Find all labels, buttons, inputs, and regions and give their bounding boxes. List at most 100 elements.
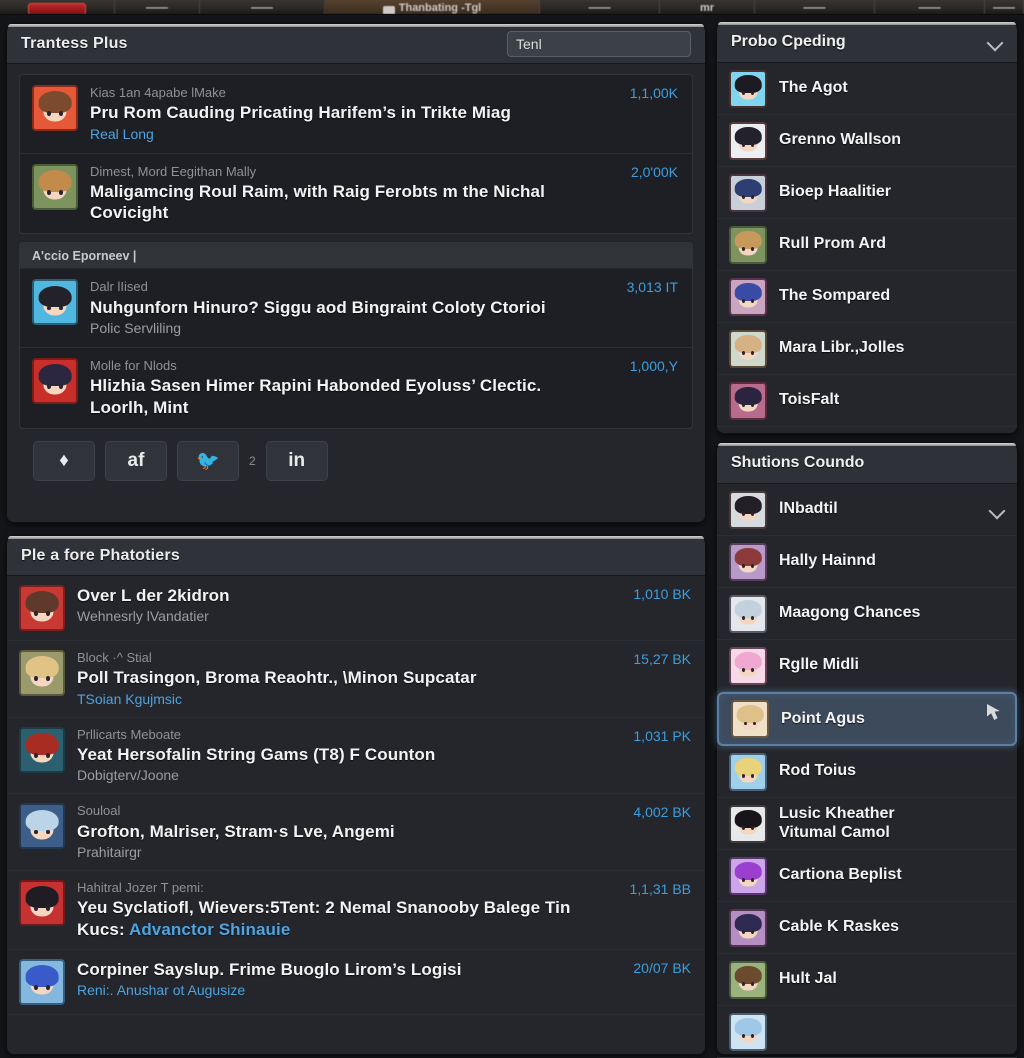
top-bar-item[interactable]: —— <box>875 0 985 14</box>
shutions-coundo-list: lNbadtil Hally Hainnd Maagong Chances Rglle… <box>717 484 1017 1058</box>
top-bar-item-label: —— <box>918 2 941 14</box>
top-bar-item[interactable]: —— <box>755 0 875 14</box>
sidebar-list-item[interactable] <box>717 1006 1017 1058</box>
avatar <box>729 329 767 368</box>
avatar <box>729 490 767 529</box>
list-item-headline[interactable]: Over L der 2kidron <box>77 585 603 606</box>
list-item[interactable]: Hahitral Jozer T pemi: Yeu Syclatiofl, Wi… <box>7 871 705 950</box>
top-bar-item[interactable]: —— <box>540 0 660 14</box>
chevron-down-icon[interactable] <box>987 34 1003 50</box>
sidebar-list-item[interactable]: Mara Libr.,Jolles <box>717 323 1017 375</box>
list-item-kicker: Kias 1an 4apabe lMake <box>90 85 226 100</box>
sidebar-list-item-label: Point Agus <box>781 709 865 727</box>
list-item-kicker: Block ·^ Stial <box>77 650 152 665</box>
sidebar-list-item[interactable]: lNbadtil <box>717 484 1017 536</box>
avatar <box>32 85 78 131</box>
feed-search-input[interactable]: Tenl <box>507 30 691 57</box>
sidebar-list-item[interactable]: Hult Jal <box>717 954 1017 1006</box>
sidebar-list-item[interactable]: Maagong Chances <box>717 588 1017 640</box>
top-bar-item-label: Thanbating -Tgl <box>398 2 482 14</box>
sidebar-list-item-label: ToisFalt <box>779 391 840 409</box>
sidebar-list-item-label: Bioep Haalitier <box>779 183 892 201</box>
top-bar-item[interactable]: —— <box>985 0 1024 14</box>
list-item[interactable]: Molle for Nlods Hlizhia Sasen Himer Rapin… <box>20 348 692 428</box>
sidebar-list-item[interactable]: ToisFalt <box>717 375 1017 427</box>
top-bar-item-label: —— <box>588 2 611 14</box>
top-bar-item[interactable]: Thanbating -Tgl <box>325 0 540 14</box>
list-item-headline[interactable]: Maligamcing Roul Raim, with Raig Ferobts… <box>90 181 590 224</box>
probo-cpeding-panel: Probo Cpeding The Agot Grenno Wallson Bioe… <box>716 21 1018 434</box>
list-item-text: Prllicarts Meboate Yeat Hersofalin String… <box>77 727 693 785</box>
article-list-title: Ple a fore Phatotiers <box>21 546 180 564</box>
list-item-headline[interactable]: Grofton, Malriser, Stram·s Lve, Angemi <box>77 821 603 842</box>
facebook-icon[interactable]: af <box>105 440 167 481</box>
list-item-subline[interactable]: TSoian Kgujmsic <box>77 690 603 708</box>
top-bar-item[interactable] <box>0 0 115 14</box>
chevron-down-icon[interactable] <box>989 502 1005 518</box>
list-item-count: 1,010 BK <box>633 586 691 602</box>
list-item-text: Over L der 2kidron Wehnesrly lVandatier <box>77 585 693 625</box>
avatar <box>731 700 769 738</box>
probo-cpeding-header: Probo Cpeding <box>717 22 1017 63</box>
list-item-headline[interactable]: Hlizhia Sasen Himer Rapini Habonded Eyol… <box>90 375 590 418</box>
list-item-headline[interactable]: Yeu Syclatiofl, Wievers:5Tent: 2 Nemal S… <box>77 897 603 940</box>
sidebar-list-item[interactable]: Cable K Raskes <box>717 902 1017 954</box>
list-item-count: 20/07 BK <box>633 959 691 976</box>
sidebar-list-item[interactable]: Hally Hainnd <box>717 536 1017 588</box>
list-item-subline[interactable]: Real Long <box>90 125 590 143</box>
avatar <box>729 908 767 947</box>
avatar <box>729 752 767 791</box>
list-item-headline[interactable]: Poll Trasingon, Broma Reaohtr., \Minon S… <box>77 667 603 688</box>
list-item-headline[interactable]: Yeat Hersofalin String Gams (T8) F Count… <box>77 744 603 765</box>
feed-panel: Trantess Plus Tenl Kias 1an 4apabe lMake… <box>6 23 706 523</box>
app-top-bar: —— —— Thanbating -Tgl —— mr —— —— —— <box>0 0 1024 15</box>
list-item-kicker: Hahitral Jozer T pemi: <box>77 880 204 896</box>
sidebar-list-item[interactable]: Grenno Wallson <box>717 115 1017 167</box>
list-item-kicker: Souloal <box>77 803 121 819</box>
sidebar-list-item-label: Hult Jal <box>779 970 837 988</box>
list-item-headline[interactable]: Corpiner Sayslup. Frime Buoglo Lirom’s L… <box>77 959 603 980</box>
sidebar-list-item[interactable]: Point Agus <box>717 692 1017 746</box>
list-item-headline[interactable]: Pru Rom Cauding Pricating Harifem’s in T… <box>90 102 590 123</box>
probo-cpeding-title: Probo Cpeding <box>731 33 846 50</box>
list-item-text: Corpiner Sayslup. Frime Buoglo Lirom’s L… <box>77 959 693 999</box>
list-item[interactable]: Kias 1an 4apabe lMake Pru Rom Cauding Pri… <box>20 75 692 154</box>
top-bar-item-label: —— <box>993 2 1015 14</box>
avatar <box>729 542 767 581</box>
share-generic-icon[interactable]: ♦ <box>33 440 95 481</box>
article-list-body: Over L der 2kidron Wehnesrly lVandatier 1,… <box>7 576 705 1015</box>
list-item-subline[interactable]: Reni:. Anushar ot Augusize <box>77 981 603 999</box>
sidebar-list-item[interactable]: The Agot <box>717 63 1017 115</box>
list-item-count: 1,1,00K <box>629 85 678 101</box>
linkedin-icon[interactable]: in <box>265 440 328 481</box>
sidebar-list-item[interactable]: Rod Toius <box>717 746 1017 798</box>
article-list-header: Ple a fore Phatotiers <box>7 536 705 576</box>
top-bar-item[interactable]: mr <box>660 0 755 14</box>
sidebar-list-item[interactable]: Rglle Midli <box>717 640 1017 692</box>
list-item-text: Block ·^ Stial Poll Trasingon, Broma Reao… <box>77 650 693 708</box>
sidebar-list-item[interactable]: Lusic Kheather Vitumal Camol <box>717 798 1017 850</box>
avatar <box>729 594 767 633</box>
sidebar-list-item[interactable]: Cartiona Beplist <box>717 850 1017 902</box>
list-item[interactable]: Corpiner Sayslup. Frime Buoglo Lirom’s L… <box>7 950 705 1015</box>
list-item[interactable]: Souloal Grofton, Malriser, Stram·s Lve, A… <box>7 794 705 872</box>
list-item[interactable]: Dalr lIised Nuhgunforn Hinuro? Siggu aod … <box>20 269 692 349</box>
list-item[interactable]: Over L der 2kidron Wehnesrly lVandatier 1,… <box>7 576 705 641</box>
list-item[interactable]: Dimest, Mord Eegithan Mally Maligamcing R… <box>20 154 692 234</box>
sidebar-list-item-label-second: Vitumal Camol <box>779 823 890 841</box>
sidebar-list-item[interactable]: The Sompared <box>717 271 1017 323</box>
list-item-subline: Wehnesrly lVandatier <box>77 608 209 625</box>
list-item[interactable]: Prllicarts Meboate Yeat Hersofalin String… <box>7 718 705 795</box>
top-bar-item[interactable]: —— <box>115 0 200 14</box>
feed-card: A'ccio Eporneev | Dalr lIised Nuhgunforn H… <box>19 242 693 429</box>
list-item-headline[interactable]: Nuhgunforn Hinuro? Siggu aod Bingraint C… <box>90 297 590 318</box>
top-bar-item[interactable]: —— <box>200 0 325 14</box>
feed-card-subheader: A'ccio Eporneev | <box>20 243 692 270</box>
list-item[interactable]: Block ·^ Stial Poll Trasingon, Broma Reao… <box>7 641 705 718</box>
avatar <box>729 173 767 212</box>
list-item-inline-link[interactable]: Advanctor Shinauie <box>129 920 290 939</box>
avatar <box>729 856 767 895</box>
sidebar-list-item[interactable]: Rull Prom Ard <box>717 219 1017 271</box>
twitter-icon[interactable]: 🐦 <box>177 440 239 481</box>
sidebar-list-item[interactable]: Bioep Haalitier <box>717 167 1017 219</box>
